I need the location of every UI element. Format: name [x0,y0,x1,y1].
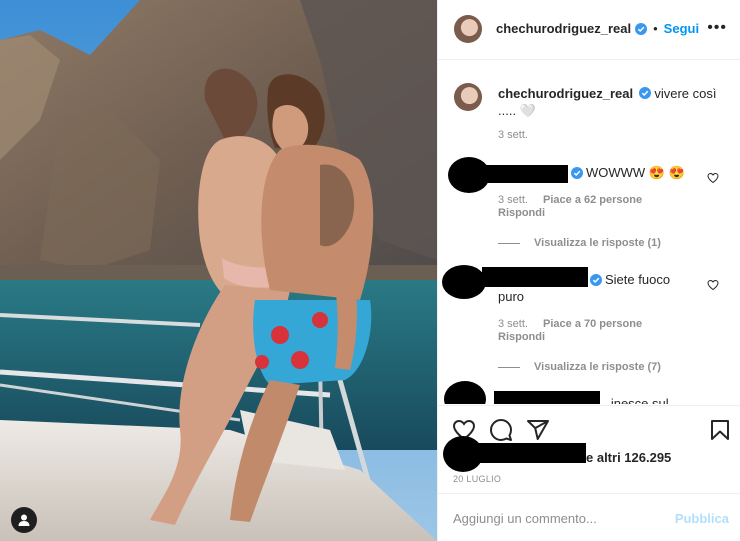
reply-button[interactable]: Rispondi [498,207,545,219]
post-header: chechurodriguez_real • Segui ••• [438,0,740,60]
comment-age: 3 sett. [498,194,528,206]
share-icon[interactable] [526,418,550,442]
comment-input[interactable]: Aggiungi un commento... [453,511,597,526]
bookmark-icon[interactable] [708,418,732,442]
reply-button[interactable]: Rispondi [498,331,545,343]
post-comment-button[interactable]: Pubblica [675,511,729,526]
post-panel: chechurodriguez_real • Segui ••• chechur… [437,0,740,541]
author-info: chechurodriguez_real • Segui [496,21,699,36]
comment-icon[interactable] [489,418,513,442]
author-avatar[interactable] [454,15,482,43]
verified-badge-icon [571,167,583,179]
replies-divider [498,242,520,244]
like-comment-heart-icon[interactable] [707,279,719,291]
comment-text: WOWWW 😍 😍 [586,165,685,180]
comment-likes[interactable]: Piace a 62 persone [543,194,642,206]
view-replies-label: Visualizza le risposte (7) [534,361,661,373]
like-comment-heart-icon[interactable] [707,172,719,184]
post-actions: e altri 126.295 20 LUGLIO [438,405,740,493]
person-icon [18,514,30,526]
view-replies-button[interactable]: Visualizza le risposte (7) [498,361,661,373]
comment-text: ...inesce sul [600,396,669,404]
redacted-username [494,391,600,404]
comment-age: 3 sett. [498,318,528,330]
comment-meta: 3 sett. Piace a 70 persone [498,318,642,330]
more-options-icon[interactable]: ••• [707,20,727,36]
post-date: 20 LUGLIO [453,474,502,484]
caption-avatar[interactable] [454,83,482,111]
redacted-avatar [442,265,486,299]
comments-list[interactable]: chechurodriguez_real vivere così ..... 🤍… [438,61,740,404]
separator-dot: • [653,21,658,36]
redacted-avatar [444,381,486,404]
comment-text: Siete fuoco puro [498,272,671,304]
add-comment-bar: Aggiungi un commento... Pubblica [438,493,740,541]
redacted-likers [478,443,586,463]
author-username[interactable]: chechurodriguez_real [496,21,631,36]
redacted-username [484,165,568,183]
comment-meta: 3 sett. Piace a 62 persone [498,194,642,206]
user-tags-button[interactable] [11,507,37,533]
caption-age: 3 sett. [498,129,528,141]
verified-badge-icon [638,87,651,99]
view-replies-button[interactable]: Visualizza le risposte (1) [498,237,661,249]
caption: chechurodriguez_real vivere così ..... 🤍 [498,85,728,119]
verified-badge-icon [635,22,648,35]
replies-divider [498,366,520,368]
post-photo[interactable] [0,0,437,541]
caption-username[interactable]: chechurodriguez_real [498,86,633,101]
view-replies-label: Visualizza le risposte (1) [534,237,661,249]
follow-button[interactable]: Segui [664,21,699,36]
redacted-avatar [443,436,483,472]
photo-image [0,0,437,541]
likes-count[interactable]: e altri 126.295 [586,450,671,465]
comment-likes[interactable]: Piace a 70 persone [543,318,642,330]
